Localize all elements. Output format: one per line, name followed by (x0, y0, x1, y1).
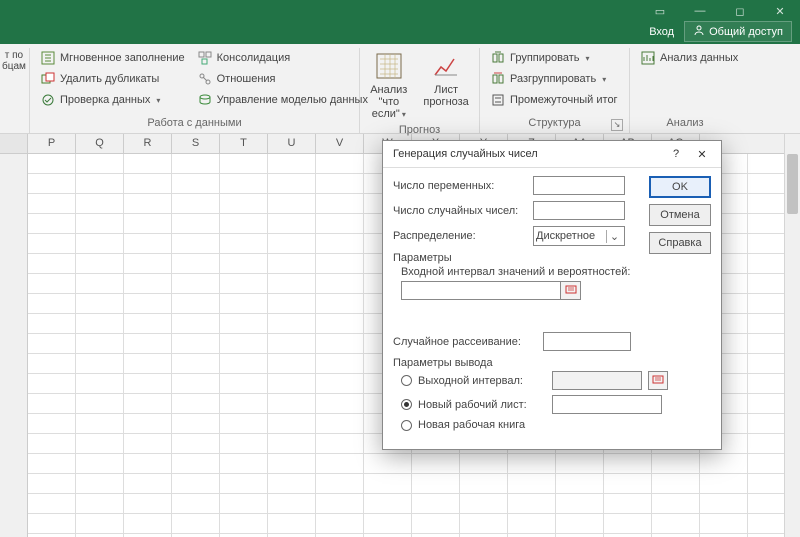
help-icon[interactable]: ? (663, 143, 689, 165)
forecast-sheet-icon (430, 50, 462, 82)
output-params-label: Параметры вывода (393, 357, 711, 369)
random-seed-input[interactable] (543, 332, 631, 351)
ribbon-group-analysis: Анализ данных Анализ (630, 48, 740, 133)
range-picker-icon[interactable] (561, 281, 581, 300)
row-header-gutter[interactable] (0, 154, 28, 537)
dialog-body: OK Отмена Справка Число переменных: Числ… (383, 167, 721, 449)
input-range-input[interactable] (401, 281, 561, 300)
group-label-data-tools: Работа с данными (36, 115, 353, 133)
close-icon[interactable]: ✕ (760, 0, 800, 22)
random-seed-label: Случайное рассеивание: (393, 336, 543, 348)
remove-duplicates-button[interactable]: Удалить дубликаты (36, 69, 189, 89)
ungroup-icon (490, 71, 506, 87)
new-worksheet-input[interactable] (552, 395, 662, 414)
column-header[interactable]: T (220, 134, 268, 153)
subtotal-button[interactable]: Промежуточный итог (486, 90, 622, 110)
title-bar: ▭ — ◻ ✕ Вход Общий доступ (0, 0, 800, 44)
close-icon[interactable]: ✕ (689, 143, 715, 165)
group-label-forecast: Прогноз (366, 122, 473, 140)
what-if-button[interactable]: Анализ "что если"▾ (364, 48, 413, 122)
what-if-icon (373, 50, 405, 82)
input-range-label: Входной интервал значений и вероятностей… (401, 266, 711, 278)
output-range-input (552, 371, 642, 390)
text-to-columns-fragment[interactable]: т по бцам (2, 48, 26, 74)
vertical-scrollbar[interactable] (784, 134, 800, 537)
new-worksheet-label: Новый рабочий лист: (418, 399, 546, 411)
range-picker-icon[interactable] (648, 371, 668, 390)
column-header[interactable]: Q (76, 134, 124, 153)
data-validation-icon (40, 92, 56, 108)
chevron-down-icon: ▾ (402, 110, 406, 119)
chevron-down-icon: ▾ (602, 75, 606, 84)
num-variables-label: Число переменных: (393, 180, 533, 192)
cancel-button[interactable]: Отмена (649, 204, 711, 226)
dialog-title-bar[interactable]: Генерация случайных чисел ? ✕ (383, 141, 721, 167)
relationships-icon (197, 71, 213, 87)
share-icon (693, 24, 705, 39)
data-analysis-icon (640, 50, 656, 66)
ungroup-button[interactable]: Разгруппировать ▾ (486, 69, 622, 89)
ribbon-group-outline: Группировать ▾ Разгруппировать ▾ Промежу… (480, 48, 630, 133)
relationships-button[interactable]: Отношения (193, 69, 372, 89)
select-all-corner[interactable] (0, 134, 28, 153)
distribution-select[interactable]: Дискретное ⌄ (533, 226, 625, 246)
column-header[interactable]: U (268, 134, 316, 153)
column-header[interactable]: R (124, 134, 172, 153)
group-label-analysis: Анализ (636, 115, 734, 133)
column-header[interactable]: V (316, 134, 364, 153)
data-analysis-button[interactable]: Анализ данных (636, 48, 742, 68)
distribution-label: Распределение: (393, 230, 533, 242)
subtotal-icon (490, 92, 506, 108)
account-row: Вход Общий доступ (649, 21, 792, 42)
column-header[interactable]: P (28, 134, 76, 153)
new-workbook-radio[interactable] (401, 420, 412, 431)
ribbon-fragment-left: т по бцам (0, 48, 30, 133)
help-button[interactable]: Справка (649, 232, 711, 254)
random-number-generation-dialog: Генерация случайных чисел ? ✕ OK Отмена … (382, 140, 722, 450)
ribbon-group-forecast: Анализ "что если"▾ Лист прогноза Прогноз (360, 48, 480, 133)
maximize-icon[interactable]: ◻ (720, 0, 760, 22)
chevron-down-icon: ⌄ (606, 230, 622, 243)
flash-fill-button[interactable]: Мгновенное заполнение (36, 48, 189, 68)
share-label: Общий доступ (709, 26, 783, 38)
chevron-down-icon: ▾ (156, 96, 160, 105)
ribbon: т по бцам Мгновенное заполнение Удалить … (0, 44, 800, 134)
num-random-input[interactable] (533, 201, 625, 220)
window-controls: ▭ — ◻ ✕ (640, 0, 800, 22)
consolidate-button[interactable]: Консолидация (193, 48, 372, 68)
output-range-radio[interactable] (401, 375, 412, 386)
ribbon-options-icon[interactable]: ▭ (640, 0, 680, 22)
dialog-title: Генерация случайных чисел (393, 148, 538, 160)
share-button[interactable]: Общий доступ (684, 21, 792, 42)
scrollbar-thumb[interactable] (787, 154, 798, 214)
ok-button[interactable]: OK (649, 176, 711, 198)
flash-fill-icon (40, 50, 56, 66)
group-icon (490, 50, 506, 66)
manage-data-model-button[interactable]: Управление моделью данных (193, 90, 372, 110)
dialog-button-column: OK Отмена Справка (649, 176, 711, 254)
consolidate-icon (197, 50, 213, 66)
data-model-icon (197, 92, 213, 108)
new-worksheet-radio[interactable] (401, 399, 412, 410)
dialog-launcher-icon[interactable]: ↘ (611, 119, 623, 131)
data-validation-button[interactable]: Проверка данных ▾ (36, 90, 189, 110)
group-label-outline: Структура ↘ (486, 115, 623, 133)
sign-in-link[interactable]: Вход (649, 26, 674, 38)
num-variables-input[interactable] (533, 176, 625, 195)
column-header[interactable]: S (172, 134, 220, 153)
new-workbook-label: Новая рабочая книга (418, 419, 525, 431)
chevron-down-icon: ▾ (586, 54, 590, 63)
num-random-label: Число случайных чисел: (393, 205, 533, 217)
group-button[interactable]: Группировать ▾ (486, 48, 622, 68)
minimize-icon[interactable]: — (680, 0, 720, 22)
forecast-sheet-button[interactable]: Лист прогноза (417, 48, 474, 110)
output-range-label: Выходной интервал: (418, 375, 546, 387)
ribbon-group-data-tools: Мгновенное заполнение Удалить дубликаты … (30, 48, 360, 133)
remove-duplicates-icon (40, 71, 56, 87)
